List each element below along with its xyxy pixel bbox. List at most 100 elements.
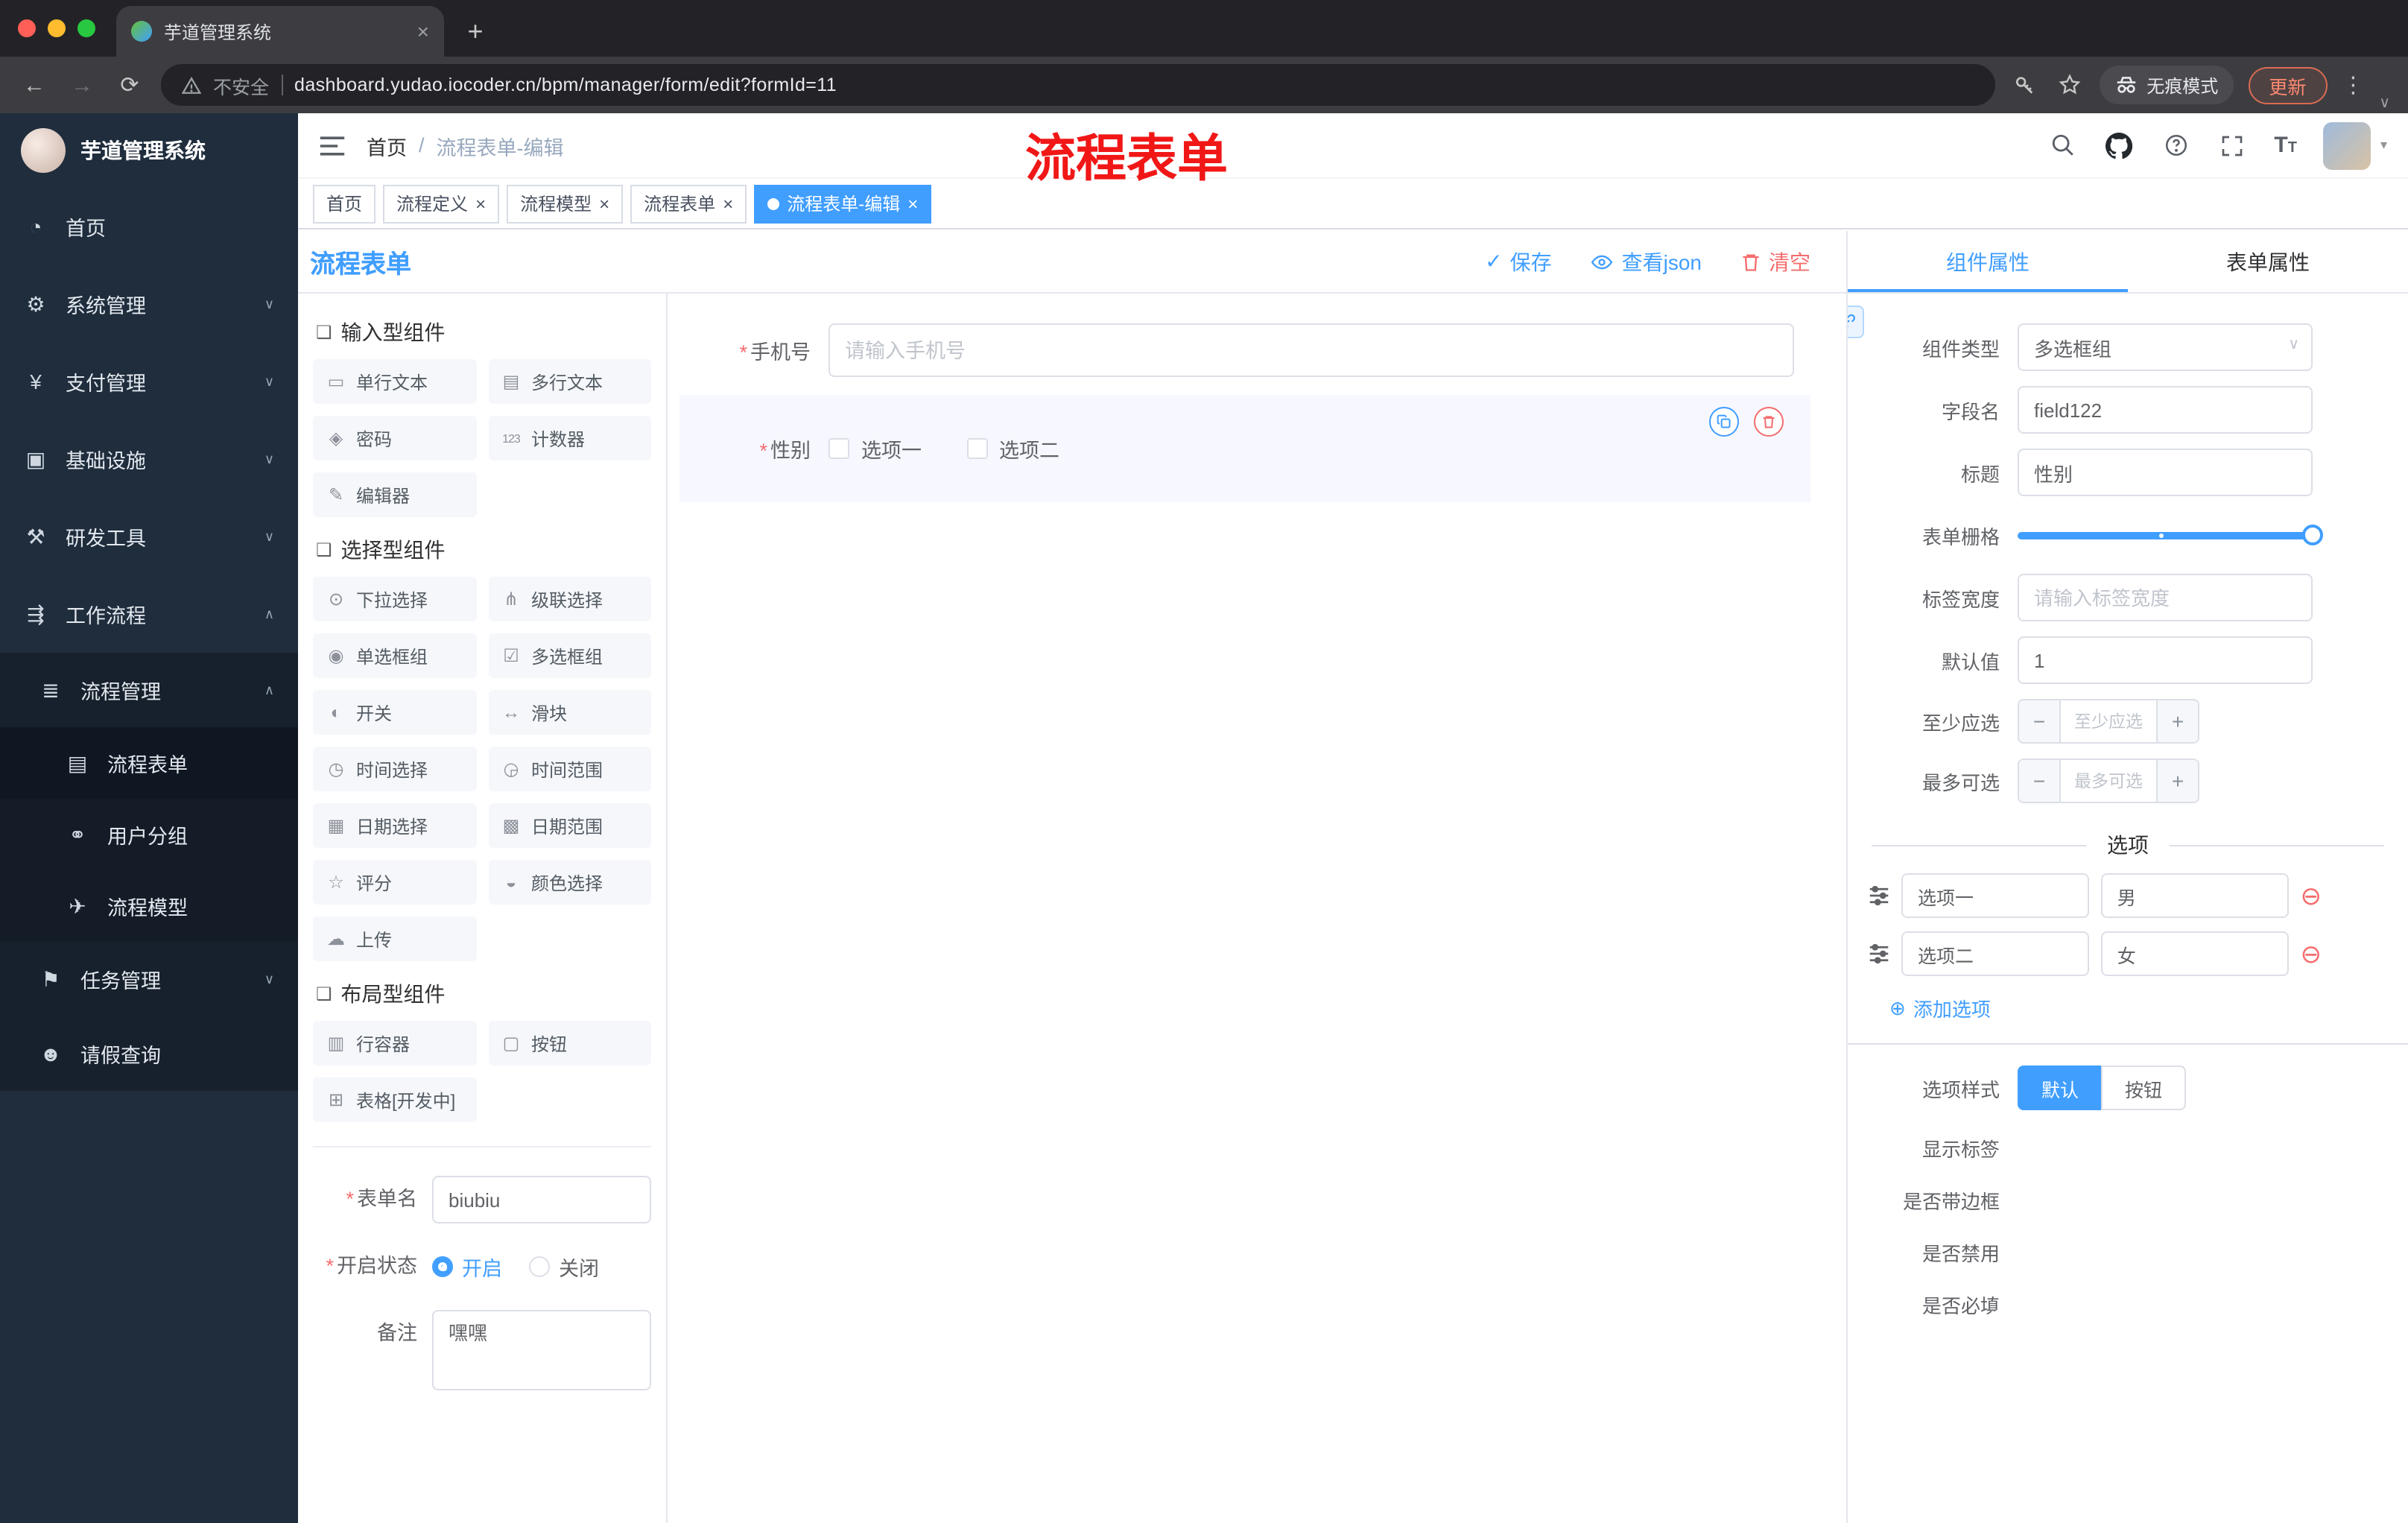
palette-item-color-picker[interactable]: ◒ 颜色选择 (488, 860, 651, 905)
palette-item-slider[interactable]: ↔ 滑块 (488, 690, 651, 735)
clear-button[interactable]: 清空 (1740, 247, 1810, 276)
slider-handle[interactable] (2302, 524, 2323, 545)
palette-item-cascader[interactable]: ⋔ 级联选择 (488, 577, 651, 621)
link-badge[interactable] (1848, 305, 1864, 338)
checkbox-option-1[interactable]: 选项一 (828, 434, 922, 463)
gender-field-selected[interactable]: * 性别 选项一 选项二 (679, 395, 1810, 502)
minimize-window-button[interactable] (48, 19, 66, 37)
max-select-value[interactable]: 最多可选 (2061, 760, 2156, 802)
sidebar-item-workflow[interactable]: ⇶ 工作流程 ∧ (0, 575, 298, 653)
checkbox-option-2[interactable]: 选项二 (966, 434, 1059, 463)
zoom-window-button[interactable] (77, 19, 95, 37)
palette-item-button[interactable]: ▢ 按钮 (488, 1021, 651, 1066)
status-radio-on[interactable]: 开启 (432, 1252, 502, 1282)
help-icon[interactable] (2161, 130, 2190, 160)
tab-form-props[interactable]: 表单属性 (2128, 231, 2408, 292)
palette-item-checkbox-group[interactable]: ☑ 多选框组 (488, 633, 651, 678)
github-icon[interactable] (2104, 130, 2134, 160)
sidebar-item-dev-tools[interactable]: ⚒ 研发工具 ∨ (0, 498, 298, 575)
user-avatar[interactable] (2323, 121, 2371, 169)
sidebar-item-home[interactable]: ◔ 首页 (0, 188, 298, 265)
sidebar-item-process-management[interactable]: ≣ 流程管理 ∧ (0, 653, 298, 727)
min-select-value[interactable]: 至少应选 (2061, 700, 2156, 742)
form-name-input[interactable] (432, 1176, 651, 1223)
tag-process-form-edit[interactable]: 流程表单-编辑 × (754, 184, 932, 223)
option-value-input[interactable] (2100, 931, 2289, 976)
palette-item-time-picker[interactable]: ◷ 时间选择 (313, 747, 476, 791)
palette-item-rate[interactable]: ☆ 评分 (313, 860, 476, 905)
remark-textarea[interactable]: 嘿嘿 (432, 1310, 651, 1390)
save-button[interactable]: ✓ 保存 (1485, 247, 1551, 276)
option-label-input[interactable] (1901, 931, 2089, 976)
slider-track[interactable] (2018, 524, 2323, 545)
remove-option-icon[interactable]: ⊖ (2301, 883, 2322, 908)
palette-item-password[interactable]: ◈ 密码 (313, 416, 476, 460)
palette-item-radio-group[interactable]: ◉ 单选框组 (313, 633, 476, 678)
palette-item-upload[interactable]: ☁ 上传 (313, 916, 476, 961)
view-json-button[interactable]: 查看json (1591, 247, 1702, 276)
option-style-button-button[interactable]: 按钮 (2101, 1066, 2187, 1110)
palette-item-table[interactable]: ⊞ 表格[开发中] (313, 1077, 476, 1122)
search-icon[interactable] (2047, 130, 2077, 160)
url-text[interactable]: dashboard.yudao.iocoder.cn/bpm/manager/f… (294, 75, 837, 95)
palette-item-editor[interactable]: ✎ 编辑器 (313, 472, 476, 517)
option-label-input[interactable] (1901, 873, 2089, 918)
fullscreen-icon[interactable] (2217, 130, 2247, 160)
delete-component-button[interactable] (1754, 407, 1784, 437)
drag-handle-icon[interactable] (1869, 943, 1889, 964)
toolbar-chevron-icon[interactable]: ∨ (2379, 95, 2390, 112)
palette-item-dropdown-select[interactable]: ⊙ 下拉选择 (313, 577, 476, 621)
remove-option-icon[interactable]: ⊖ (2301, 941, 2322, 966)
copy-component-button[interactable] (1709, 407, 1739, 437)
sidebar-item-process-form[interactable]: ▤ 流程表单 (0, 727, 298, 799)
new-tab-button[interactable]: + (453, 9, 498, 54)
update-button[interactable]: 更新 (2248, 66, 2328, 104)
palette-item-switch[interactable]: ◐ 开关 (313, 690, 476, 735)
palette-item-date-picker[interactable]: ▦ 日期选择 (313, 803, 476, 848)
browser-menu-icon[interactable]: ⋮ (2342, 72, 2364, 98)
sidebar-item-task-management[interactable]: ⚑ 任务管理 ∨ (0, 942, 298, 1016)
close-window-button[interactable] (18, 19, 36, 37)
back-button[interactable]: ← (18, 72, 51, 98)
status-radio-off[interactable]: 关闭 (529, 1252, 599, 1282)
app-logo[interactable]: 芋道管理系统 (0, 113, 298, 188)
forward-button[interactable]: → (66, 72, 98, 98)
tag-close-icon[interactable]: × (907, 193, 918, 214)
phone-field[interactable]: * 手机号 (679, 323, 1846, 377)
palette-item-counter[interactable]: 123 计数器 (488, 416, 651, 460)
bookmark-star-icon[interactable] (2054, 70, 2084, 100)
sidebar-item-system-management[interactable]: ⚙ 系统管理 ∨ (0, 265, 298, 343)
checkbox-icon[interactable] (828, 438, 849, 459)
tag-home[interactable]: 首页 (313, 184, 376, 223)
tab-component-props[interactable]: 组件属性 (1848, 231, 2128, 292)
label-width-input[interactable] (2018, 574, 2313, 621)
field-name-input[interactable] (2018, 386, 2313, 434)
tag-close-icon[interactable]: × (599, 193, 609, 214)
add-option-button[interactable]: ⊕ 添加选项 (1848, 994, 2408, 1022)
sidebar-item-infrastructure[interactable]: ▣ 基础设施 ∨ (0, 420, 298, 498)
security-label[interactable]: 不安全 (213, 71, 269, 99)
increase-button[interactable]: + (2156, 760, 2198, 802)
title-input[interactable] (2018, 449, 2313, 496)
component-type-select[interactable] (2018, 323, 2313, 371)
tag-process-form[interactable]: 流程表单 × (630, 184, 747, 223)
browser-tab[interactable]: 芋道管理系统 × (116, 6, 444, 57)
palette-item-single-line-text[interactable]: ▭ 单行文本 (313, 359, 476, 404)
increase-button[interactable]: + (2156, 700, 2198, 742)
phone-input[interactable] (828, 323, 1794, 377)
sidebar-item-leave-query[interactable]: ☻ 请假查询 (0, 1016, 298, 1091)
tag-process-model[interactable]: 流程模型 × (507, 184, 624, 223)
grid-slider[interactable] (2018, 511, 2323, 559)
sidebar-toggle-icon[interactable] (298, 133, 367, 157)
reload-button[interactable]: ⟳ (113, 72, 146, 98)
decrease-button[interactable]: − (2019, 760, 2061, 802)
decrease-button[interactable]: − (2019, 700, 2061, 742)
sidebar-item-payment-management[interactable]: ¥ 支付管理 ∨ (0, 343, 298, 420)
drag-handle-icon[interactable] (1869, 885, 1889, 906)
option-value-input[interactable] (2100, 873, 2289, 918)
checkbox-icon[interactable] (966, 438, 987, 459)
tag-close-icon[interactable]: × (723, 193, 733, 214)
tab-close-icon[interactable]: × (417, 19, 429, 43)
palette-item-date-range[interactable]: ▩ 日期范围 (488, 803, 651, 848)
palette-item-time-range[interactable]: ◶ 时间范围 (488, 747, 651, 791)
